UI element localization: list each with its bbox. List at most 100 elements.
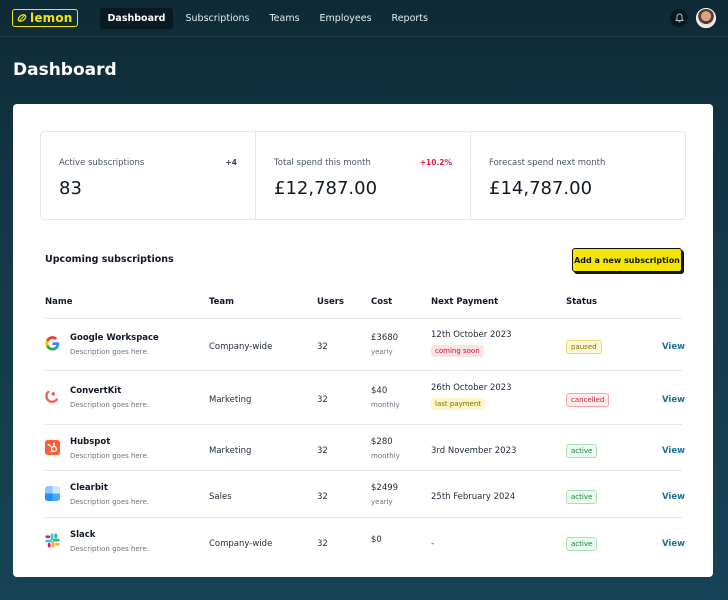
cost-amount: £3680: [371, 333, 399, 343]
service-name[interactable]: ConvertKit: [70, 386, 149, 396]
users-cell: 32: [317, 342, 328, 352]
view-link[interactable]: View: [662, 395, 685, 405]
cost-cell: $280 monthly: [371, 437, 400, 460]
stat-delta: +4: [225, 158, 237, 167]
next-payment-cell: 3rd November 2023: [431, 446, 516, 456]
lemon-logo[interactable]: lemon: [12, 9, 78, 27]
next-payment-cell: -: [431, 539, 434, 549]
users-cell: 32: [317, 446, 328, 456]
top-nav: lemon Dashboard Subscriptions Teams Empl…: [0, 0, 728, 37]
table-row: Hubspot Description goes here. Marketing…: [45, 437, 685, 473]
service-name[interactable]: Slack: [70, 530, 149, 540]
bell-icon: [674, 13, 684, 23]
column-users: Users: [317, 297, 344, 307]
status-badge: paused: [566, 340, 602, 354]
table-row: ConvertKit Description goes here. Market…: [45, 383, 685, 423]
next-payment-cell: 25th February 2024: [431, 492, 515, 502]
stat-active-subscriptions: Active subscriptions +4 83: [41, 132, 255, 219]
service-cell: ConvertKit Description goes here.: [70, 386, 149, 409]
stat-value: £14,787.00: [489, 178, 593, 199]
service-cell: Hubspot Description goes here.: [70, 437, 149, 460]
divider: [45, 370, 682, 371]
table-row: Slack Description goes here. Company-wid…: [45, 530, 685, 566]
divider: [45, 517, 682, 518]
cost-period: yearly: [371, 348, 393, 356]
stat-total-spend: Total spend this month +10.2% £12,787.00: [255, 132, 470, 219]
users-cell: 32: [317, 395, 328, 405]
nav-subscriptions[interactable]: Subscriptions: [177, 8, 257, 29]
table-row: Clearbit Description goes here. Sales 32…: [45, 483, 685, 519]
status-badge: cancelled: [566, 393, 610, 407]
lemon-leaf-icon: [17, 14, 27, 22]
google-icon: [45, 336, 60, 351]
users-cell: 32: [317, 492, 328, 502]
service-cell: Slack Description goes here.: [70, 530, 149, 553]
cost-cell: $2499 yearly: [371, 483, 398, 506]
next-payment-date: 25th February 2024: [431, 492, 516, 502]
nav-employees[interactable]: Employees: [312, 8, 380, 29]
divider: [45, 424, 682, 425]
service-description: Description goes here.: [70, 545, 149, 553]
cost-amount: $2499: [371, 483, 399, 493]
stat-value: 83: [59, 178, 82, 199]
view-link[interactable]: View: [662, 342, 685, 352]
user-avatar[interactable]: [696, 8, 716, 28]
clearbit-icon: [45, 486, 60, 501]
service-cell: Clearbit Description goes here.: [70, 483, 149, 506]
stats-panel: Active subscriptions +4 83 Total spend t…: [40, 131, 686, 220]
column-team: Team: [209, 297, 235, 307]
service-cell: Google Workspace Description goes here.: [70, 333, 159, 356]
convertkit-icon: [45, 390, 58, 403]
notifications-button[interactable]: [670, 9, 688, 27]
service-name[interactable]: Hubspot: [70, 437, 149, 447]
service-description: Description goes here.: [70, 401, 149, 409]
stat-delta: +10.2%: [419, 158, 452, 167]
stat-label: Active subscriptions: [59, 158, 145, 168]
nav-dashboard[interactable]: Dashboard: [99, 7, 174, 29]
payment-tag: coming soon: [431, 345, 484, 357]
cost-amount: $40: [371, 386, 388, 396]
service-description: Description goes here.: [70, 348, 149, 356]
stat-forecast-spend: Forecast spend next month £14,787.00: [470, 132, 685, 219]
next-payment-cell: 26th October 2023 last payment: [431, 383, 512, 410]
nav-teams[interactable]: Teams: [261, 8, 307, 29]
add-subscription-button[interactable]: Add a new subscription: [572, 248, 682, 272]
column-next-payment: Next Payment: [431, 297, 499, 307]
next-payment-date: 26th October 2023: [431, 383, 512, 393]
team-cell: Company-wide: [209, 342, 273, 352]
next-payment-date: 3rd November 2023: [431, 446, 517, 456]
next-payment-date: 12th October 2023: [431, 330, 512, 340]
logo-text: lemon: [30, 11, 73, 25]
view-link[interactable]: View: [662, 539, 685, 549]
hubspot-icon: [45, 440, 60, 455]
next-payment-date: -: [431, 539, 435, 549]
slack-icon: [45, 533, 60, 548]
cost-cell: $40 monthly: [371, 386, 400, 409]
service-name[interactable]: Clearbit: [70, 483, 149, 493]
column-cost: Cost: [371, 297, 393, 307]
cost-period: monthly: [371, 452, 400, 460]
users-cell: 32: [317, 539, 328, 549]
view-link[interactable]: View: [662, 446, 685, 456]
view-link[interactable]: View: [662, 492, 685, 502]
service-name[interactable]: Google Workspace: [70, 333, 159, 343]
status-badge: active: [566, 537, 598, 551]
column-status: Status: [566, 297, 598, 307]
section-title: Upcoming subscriptions: [45, 254, 174, 265]
cost-period: monthly: [371, 401, 400, 409]
column-name: Name: [45, 297, 73, 307]
service-description: Description goes here.: [70, 498, 149, 506]
cost-cell: £3680 yearly: [371, 333, 398, 356]
team-cell: Sales: [209, 492, 232, 502]
cost-amount: $280: [371, 437, 393, 447]
status-badge: active: [566, 490, 598, 504]
nav-right: [670, 8, 716, 28]
payment-tag: last payment: [431, 398, 486, 410]
divider: [45, 470, 682, 471]
stat-value: £12,787.00: [274, 178, 378, 199]
team-cell: Marketing: [209, 395, 252, 405]
team-cell: Marketing: [209, 446, 252, 456]
nav-reports[interactable]: Reports: [384, 8, 436, 29]
cost-amount: $0: [371, 535, 382, 545]
nav-links: Dashboard Subscriptions Teams Employees …: [99, 7, 436, 29]
